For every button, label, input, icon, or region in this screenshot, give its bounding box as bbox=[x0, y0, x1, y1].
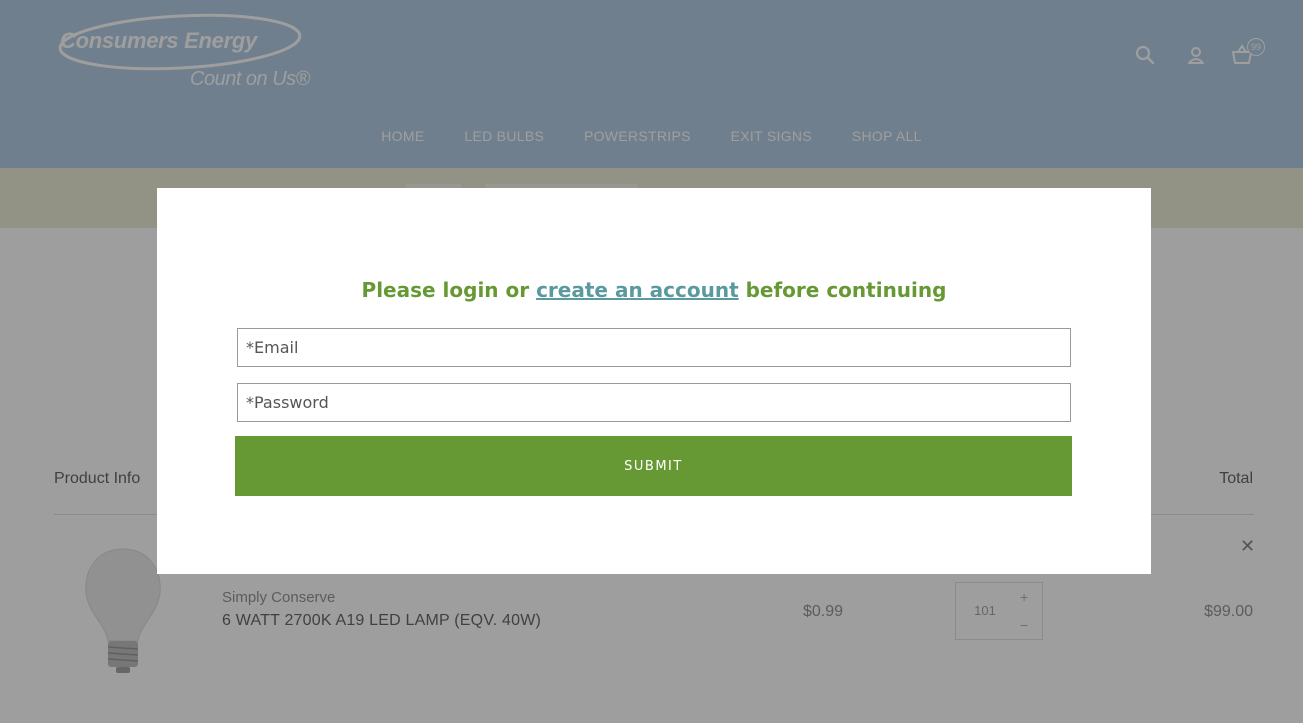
heading-text-after: before continuing bbox=[738, 278, 947, 302]
modal-heading: Please login or create an account before… bbox=[157, 278, 1151, 302]
email-field[interactable] bbox=[237, 328, 1071, 367]
password-field[interactable] bbox=[237, 383, 1071, 422]
login-modal: Please login or create an account before… bbox=[157, 188, 1151, 574]
submit-button[interactable]: SUBMIT bbox=[235, 436, 1072, 496]
heading-text-before: Please login or bbox=[361, 278, 537, 302]
create-account-link[interactable]: create an account bbox=[536, 278, 739, 302]
